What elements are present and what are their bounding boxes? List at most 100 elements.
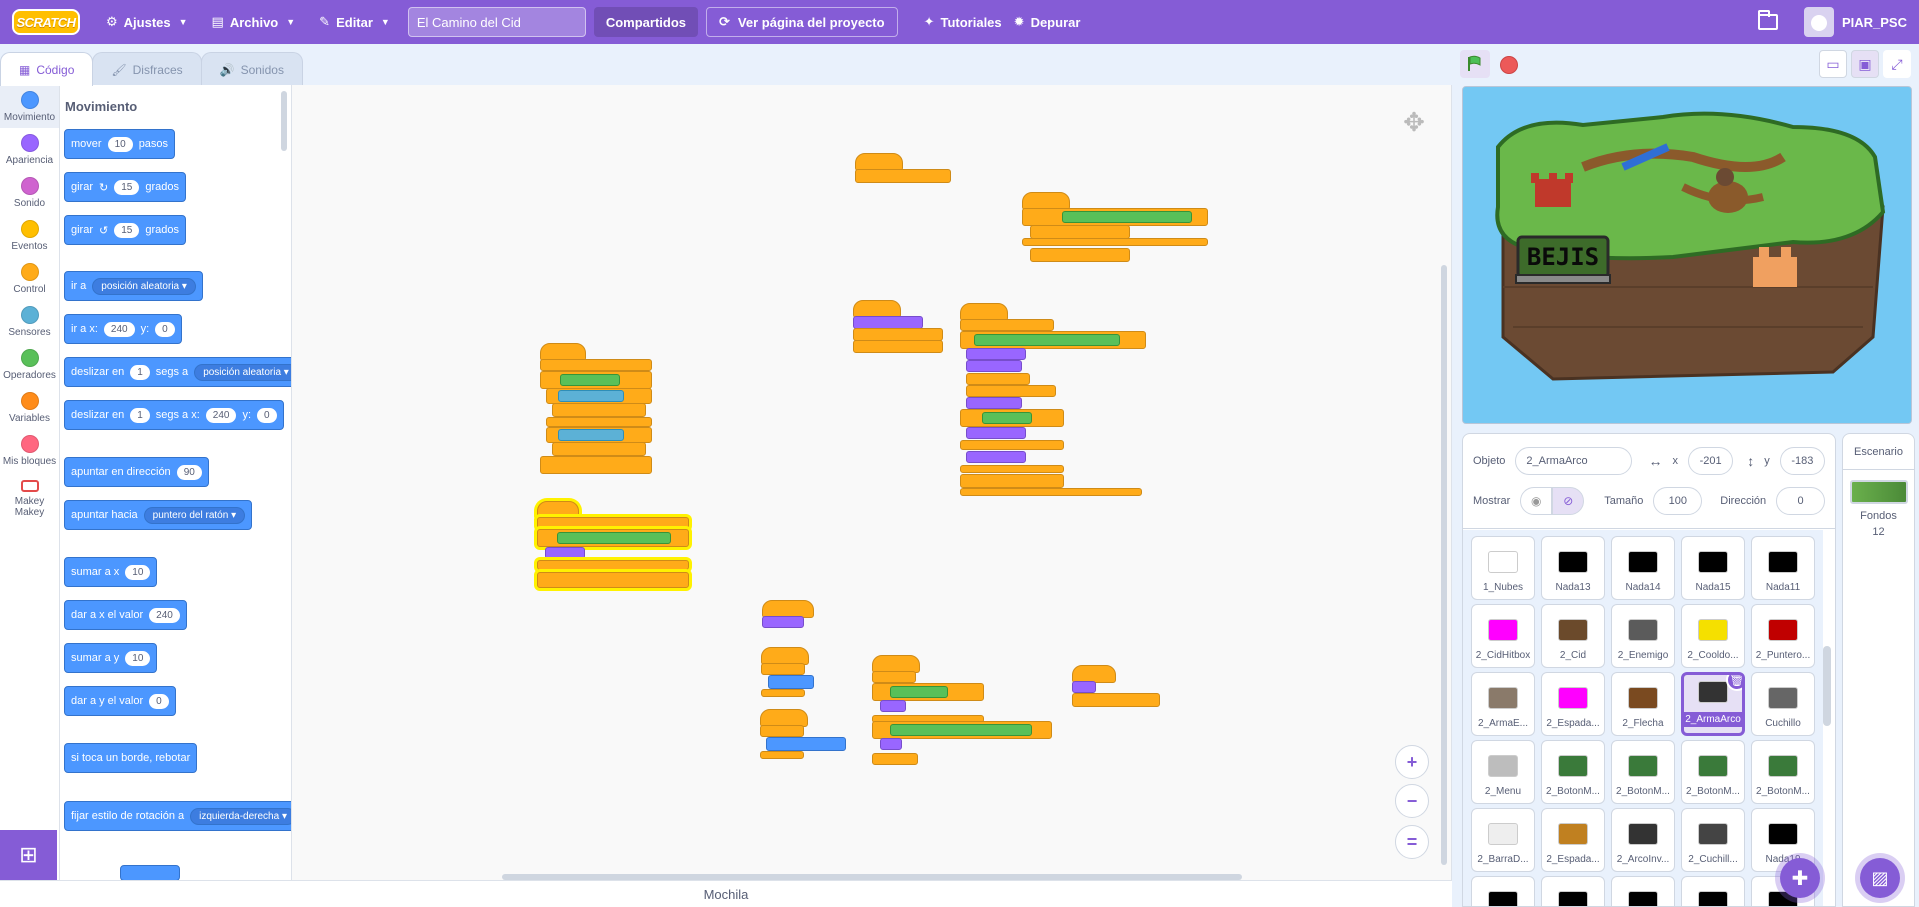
script-block[interactable] [960, 488, 1142, 496]
script-block[interactable] [1072, 693, 1160, 707]
show-eye-button[interactable]: ◉ [1520, 487, 1553, 515]
add-sprite-button[interactable]: ✚ [1780, 858, 1820, 898]
sprite-tile[interactable]: 2_Menu [1471, 740, 1535, 804]
green-flag-button[interactable] [1460, 50, 1490, 78]
sprite-tile[interactable]: Nada20 [1681, 876, 1745, 906]
block-set-y[interactable]: dar a y el valor 0 [64, 686, 176, 716]
operator-block[interactable] [557, 532, 671, 544]
zoom-reset-button[interactable]: = [1395, 825, 1429, 859]
looks-block[interactable] [966, 427, 1026, 439]
sprite-tile[interactable]: 2_Cid [1541, 604, 1605, 668]
fullscreen-button[interactable]: ⤢ [1883, 50, 1911, 78]
block-point-direction[interactable]: apuntar en dirección 90 [64, 457, 209, 487]
tab-costumes[interactable]: 🖌 Disfraces [92, 52, 202, 86]
sprite-tile[interactable]: Nada13 [1541, 536, 1605, 600]
block-partial[interactable] [120, 865, 180, 880]
sprite-tile[interactable]: Nada14 [1611, 536, 1675, 600]
backpack[interactable]: Mochila [0, 880, 1452, 907]
script-block[interactable] [872, 753, 918, 765]
motion-block[interactable] [766, 737, 846, 751]
script-block[interactable] [966, 385, 1056, 397]
share-button[interactable]: Compartidos [593, 7, 699, 37]
sprite-tile[interactable]: Nada11 [1751, 536, 1815, 600]
script-block[interactable] [960, 474, 1064, 488]
operator-block[interactable] [560, 374, 620, 386]
sprite-tile[interactable]: Nada10 [1541, 876, 1605, 906]
category-my-blocks[interactable]: Mis bloques [0, 429, 59, 472]
category-looks[interactable]: Apariencia [0, 128, 59, 171]
delete-sprite-icon[interactable]: 🗑 [1726, 675, 1742, 691]
block-turn-right[interactable]: girar ↻ 15 grados [64, 172, 186, 202]
zoom-out-button[interactable]: − [1395, 784, 1429, 818]
project-title-input[interactable]: El Camino del Cid [407, 7, 586, 37]
script-block-running[interactable] [537, 572, 689, 588]
direction-input[interactable]: 0 [1776, 487, 1825, 515]
block-input[interactable]: 240 [205, 407, 237, 423]
block-change-y[interactable]: sumar a y 10 [64, 643, 158, 673]
see-project-page-button[interactable]: ⟳ Ver página del proyecto [706, 7, 898, 37]
sensing-block[interactable] [558, 390, 624, 402]
script-block[interactable] [1030, 248, 1130, 262]
script-block[interactable] [960, 440, 1064, 450]
block-input[interactable]: 240 [149, 607, 180, 623]
block-dropdown[interactable]: posición aleatoria ▾ [92, 277, 196, 295]
x-input[interactable]: -201 [1687, 447, 1734, 475]
block-input[interactable]: 0 [257, 407, 277, 423]
operator-block[interactable] [1062, 211, 1192, 223]
scratch-logo[interactable]: SCRATCH [12, 9, 80, 35]
block-turn-left[interactable]: girar ↺ 15 grados [64, 215, 186, 245]
category-events[interactable]: Eventos [0, 214, 59, 257]
script-block[interactable] [1030, 225, 1130, 239]
username[interactable]: PIAR_PSC [1842, 15, 1907, 30]
add-extension-button[interactable]: ⊞ [0, 830, 57, 880]
block-glide-to[interactable]: deslizar en 1 segs a posición aleatoria … [64, 357, 291, 387]
avatar[interactable] [1803, 7, 1834, 37]
sprite-tile[interactable]: 2_ArmaArco 🗑 [1681, 672, 1745, 736]
sprite-tile[interactable]: 2_ArmaE... [1471, 672, 1535, 736]
sprite-tile[interactable]: Nada15 [1681, 536, 1745, 600]
script-block[interactable] [966, 373, 1030, 385]
category-motion[interactable]: Movimiento [0, 85, 59, 128]
script-block-running[interactable] [537, 560, 689, 570]
sprite-tile[interactable]: 2_ArcoInv... [1611, 808, 1675, 872]
block-go-to-xy[interactable]: ir a x: 240 y: 0 [64, 314, 182, 344]
block-go-to[interactable]: ir a posición aleatoria ▾ [64, 271, 203, 301]
sprite-tile[interactable]: Nada9 [1471, 876, 1535, 906]
sprite-tile[interactable]: Cuchillo [1751, 672, 1815, 736]
motion-block[interactable] [768, 675, 814, 689]
script-block[interactable] [760, 725, 804, 737]
sprite-tile[interactable]: 2_BotonM... [1611, 740, 1675, 804]
category-operators[interactable]: Operadores [0, 343, 59, 386]
sprite-tile[interactable]: 2_BotonM... [1751, 740, 1815, 804]
script-block[interactable] [540, 456, 652, 474]
block-input[interactable]: 15 [114, 222, 140, 238]
block-input[interactable]: 0 [155, 321, 175, 337]
add-backdrop-button[interactable]: ▨ [1860, 858, 1900, 898]
operator-block[interactable] [890, 686, 948, 698]
debug-menu[interactable]: ✹ Depurar [1014, 0, 1093, 44]
sprite-tile[interactable]: 2_Flecha [1611, 672, 1675, 736]
block-input[interactable]: 1 [130, 364, 150, 380]
sprite-tile[interactable]: 1_Nubes [1471, 536, 1535, 600]
script-block[interactable] [960, 465, 1064, 473]
sprite-tile[interactable]: 2_CidHitbox [1471, 604, 1535, 668]
operator-block[interactable] [982, 412, 1032, 424]
operator-block[interactable] [974, 334, 1120, 346]
script-block[interactable] [546, 417, 652, 427]
script-block[interactable] [761, 689, 805, 697]
script-block-running[interactable] [537, 517, 689, 529]
backdrop-thumbnail[interactable] [1849, 480, 1908, 504]
category-sound[interactable]: Sonido [0, 171, 59, 214]
sprite-tile[interactable]: Nada12 [1611, 876, 1675, 906]
block-dropdown[interactable]: izquierda-derecha ▾ [190, 807, 291, 825]
category-control[interactable]: Control [0, 257, 59, 300]
stage[interactable]: BEJIS [1462, 86, 1912, 424]
script-block[interactable] [960, 319, 1054, 331]
folder-icon[interactable] [1757, 10, 1778, 30]
sprite-tile[interactable]: 2_Puntero... [1751, 604, 1815, 668]
looks-block[interactable] [966, 451, 1026, 463]
zoom-in-button[interactable]: + [1395, 745, 1429, 779]
block-input[interactable]: 10 [107, 136, 133, 152]
block-dropdown[interactable]: puntero del ratón ▾ [143, 506, 246, 524]
hide-eye-button[interactable]: ⊘ [1552, 487, 1585, 515]
